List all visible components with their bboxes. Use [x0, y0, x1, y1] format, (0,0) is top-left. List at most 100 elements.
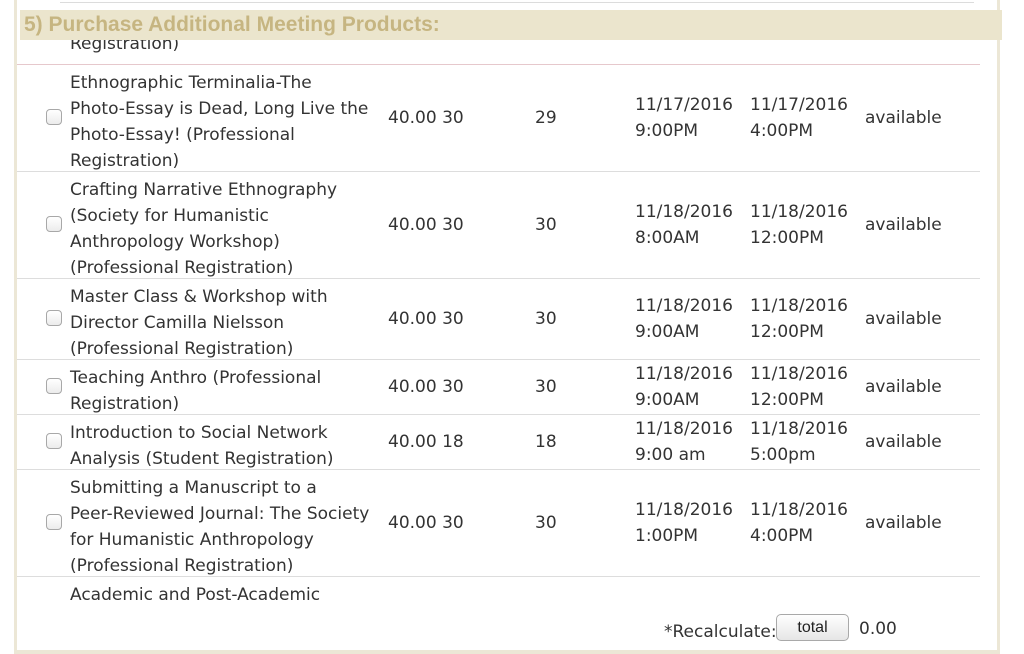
product-checkbox[interactable] [46, 310, 62, 326]
product-name-line: Ethnographic Terminalia-The [70, 73, 312, 93]
product-name-line: Anthropology Workshop) [70, 232, 280, 252]
status-text: available [865, 377, 942, 397]
table-row: Introduction to Social Network Analysis (… [17, 415, 980, 470]
product-name: Crafting Narrative Ethnography (Society f… [70, 177, 388, 281]
available-count: 30 [535, 513, 557, 533]
start-datetime-line: 9:00PM [635, 121, 699, 141]
end-datetime-line: 12:00PM [750, 322, 824, 342]
table-row: Submitting a Manuscript to a Peer-Reviewe… [17, 470, 980, 577]
recalculate-label: *Recalculate: [664, 622, 777, 642]
start-datetime: 11/18/2016 1:00PM [635, 497, 733, 549]
product-name-line: Peer-Reviewed Journal: The Society [70, 504, 370, 524]
product-name-line: Director Camilla Nielsson [70, 313, 285, 333]
start-datetime-line: 9:00 am [635, 445, 706, 465]
product-name-line: Photo-Essay is Dead, Long Live the [70, 99, 369, 119]
product-name: Teaching Anthro (Professional Registratio… [70, 365, 388, 417]
divider [60, 2, 974, 3]
end-datetime-line: 12:00PM [750, 228, 824, 248]
end-datetime-line: 5:00pm [750, 445, 816, 465]
product-name-line: (Professional Registration) [70, 339, 294, 359]
product-name: Registration) [70, 40, 388, 57]
end-datetime-line: 4:00PM [750, 121, 814, 141]
price-cell: 40.00 30 [388, 513, 464, 533]
product-name-line: Analysis (Student Registration) [70, 449, 334, 469]
start-datetime-line: 1:00PM [635, 526, 699, 546]
start-datetime: 11/18/2016 9:00AM [635, 361, 733, 413]
table-row: Registration) [17, 40, 980, 65]
end-datetime-line: 11/18/2016 [750, 419, 848, 439]
end-datetime: 11/18/2016 12:00PM [750, 361, 848, 413]
product-name: Ethnographic Terminalia-The Photo-Essay i… [70, 70, 388, 174]
start-datetime-line: 11/18/2016 [635, 364, 733, 384]
product-checkbox[interactable] [46, 514, 62, 530]
start-datetime-line: 11/18/2016 [635, 500, 733, 520]
end-datetime-line: 11/18/2016 [750, 500, 848, 520]
price-cell: 40.00 18 [388, 432, 464, 452]
end-datetime: 11/18/2016 12:00PM [750, 199, 848, 251]
start-datetime-line: 11/18/2016 [635, 296, 733, 316]
product-name-line: Registration) [70, 151, 180, 171]
end-datetime-line: 11/18/2016 [750, 202, 848, 222]
end-datetime-line: 11/17/2016 [750, 95, 848, 115]
product-name: Introduction to Social Network Analysis (… [70, 420, 388, 472]
start-datetime-line: 9:00AM [635, 322, 700, 342]
end-datetime: 11/18/2016 4:00PM [750, 497, 848, 549]
price-cell: 40.00 30 [388, 215, 464, 235]
end-datetime: 11/18/2016 5:00pm [750, 416, 848, 468]
product-name-line: Teaching Anthro (Professional [70, 368, 322, 388]
end-datetime: 11/17/2016 4:00PM [750, 92, 848, 144]
start-datetime: 11/18/2016 9:00 am [635, 416, 733, 468]
product-table: Registration) Ethnographic Terminalia-The… [17, 40, 980, 606]
start-datetime: 11/18/2016 8:00AM [635, 199, 733, 251]
status-text: available [865, 309, 942, 329]
product-name-line: Submitting a Manuscript to a [70, 478, 317, 498]
total-button[interactable]: total [776, 614, 849, 641]
product-name-line: Master Class & Workshop with [70, 287, 328, 307]
status-text: available [865, 513, 942, 533]
product-checkbox[interactable] [46, 378, 62, 394]
product-checkbox[interactable] [46, 216, 62, 232]
frame-right-border [997, 0, 1000, 654]
product-name-line: (Professional Registration) [70, 258, 294, 278]
start-datetime-line: 11/17/2016 [635, 95, 733, 115]
product-name: Academic and Post-AcademicCareer Develop… [70, 582, 388, 606]
product-name-line: Registration) [70, 394, 180, 414]
product-name-line: for Humanistic Anthropology [70, 530, 314, 550]
table-row: Crafting Narrative Ethnography (Society f… [17, 172, 980, 279]
start-datetime-line: 11/18/2016 [635, 202, 733, 222]
available-count: 18 [535, 432, 557, 452]
start-datetime: 11/17/2016 9:00PM [635, 92, 733, 144]
table-row: Master Class & Workshop with Director Cam… [17, 279, 980, 360]
table-row: Ethnographic Terminalia-The Photo-Essay i… [17, 65, 980, 172]
product-name-line: Photo-Essay! (Professional [70, 125, 295, 145]
section-title: 5) Purchase Additional Meeting Products: [20, 10, 1002, 40]
end-datetime-line: 11/18/2016 [750, 364, 848, 384]
product-list[interactable]: Registration) Ethnographic Terminalia-The… [17, 40, 980, 606]
status-text: available [865, 215, 942, 235]
price-cell: 40.00 30 [388, 377, 464, 397]
available-count: 30 [535, 377, 557, 397]
status-text: available [865, 108, 942, 128]
product-name-line: Crafting Narrative Ethnography [70, 180, 338, 200]
product-name-line: Introduction to Social Network [70, 423, 328, 443]
product-name-line: (Society for Humanistic [70, 206, 269, 226]
product-name: Master Class & Workshop with Director Cam… [70, 284, 388, 362]
available-count: 30 [535, 309, 557, 329]
start-datetime-line: 8:00AM [635, 228, 700, 248]
start-datetime: 11/18/2016 9:00AM [635, 293, 733, 345]
frame-bottom-border [14, 650, 1000, 654]
available-count: 29 [535, 108, 557, 128]
available-count: 30 [535, 215, 557, 235]
end-datetime: 11/18/2016 12:00PM [750, 293, 848, 345]
product-checkbox[interactable] [46, 433, 62, 449]
price-cell: 40.00 30 [388, 108, 464, 128]
total-value: 0.00 [859, 619, 897, 639]
end-datetime-line: 4:00PM [750, 526, 814, 546]
end-datetime-line: 12:00PM [750, 390, 824, 410]
status-text: available [865, 432, 942, 452]
start-datetime-line: 9:00AM [635, 390, 700, 410]
table-row: Academic and Post-AcademicCareer Develop… [17, 577, 980, 606]
start-datetime-line: 11/18/2016 [635, 419, 733, 439]
product-name-line: Registration) [70, 40, 180, 54]
product-checkbox[interactable] [46, 109, 62, 125]
